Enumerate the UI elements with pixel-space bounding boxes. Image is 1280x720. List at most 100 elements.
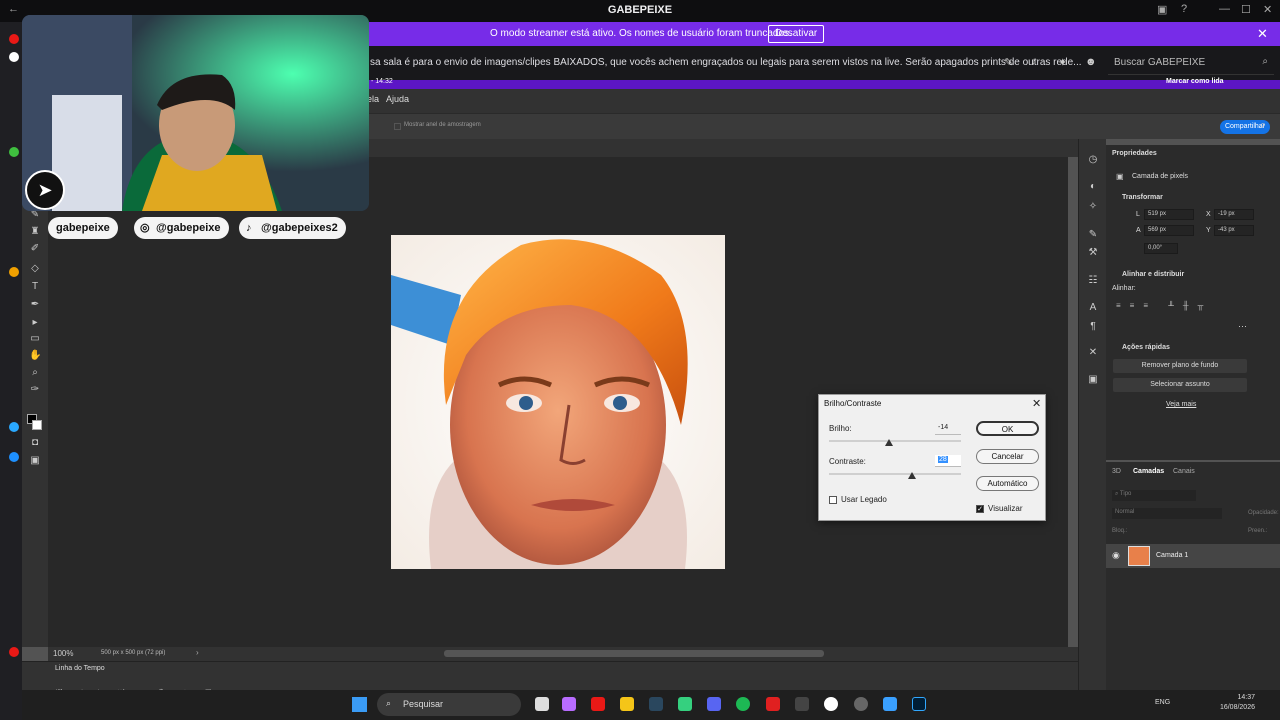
auto-button[interactable]: Automático xyxy=(976,476,1039,491)
transform-title[interactable]: Transformar xyxy=(1122,194,1163,201)
height-input[interactable]: 569 px xyxy=(1144,225,1194,236)
steam-icon[interactable] xyxy=(649,697,663,711)
pin-icon[interactable]: ✎ xyxy=(1004,56,1013,69)
sidebar-channel-6[interactable] xyxy=(9,452,19,462)
tab-layers[interactable]: Camadas xyxy=(1133,468,1164,475)
eraser-icon[interactable]: ◇ xyxy=(29,263,41,275)
rectangle-tool-icon[interactable]: ▭ xyxy=(29,333,41,345)
quick-actions-title[interactable]: Ações rápidas xyxy=(1122,344,1170,351)
menu-help[interactable]: Ajuda xyxy=(386,94,409,104)
tab-3d[interactable]: 3D xyxy=(1112,468,1121,475)
photoshop-taskbar-icon[interactable] xyxy=(912,697,926,711)
preview-checkbox[interactable]: ✓ xyxy=(976,505,984,513)
spotify-icon[interactable] xyxy=(736,697,750,711)
sidebar-channel-5[interactable] xyxy=(9,422,19,432)
paragraph-icon[interactable]: ¶ xyxy=(1087,321,1099,333)
document-image[interactable] xyxy=(391,235,725,569)
bell-icon[interactable]: ♪ xyxy=(1031,56,1037,68)
copilot-icon[interactable] xyxy=(562,697,576,711)
chevron-right-icon[interactable]: › xyxy=(196,648,199,657)
close-banner-icon[interactable]: ✕ xyxy=(1257,26,1268,42)
document-info[interactable]: 500 px x 500 px (72 ppi) xyxy=(101,650,165,656)
help-icon[interactable]: ? xyxy=(1181,3,1187,15)
windows-start-icon[interactable] xyxy=(352,697,367,712)
mark-read-link[interactable]: Marcar como lida xyxy=(1166,78,1224,85)
opera-icon[interactable] xyxy=(591,697,605,711)
tool-presets-icon[interactable]: ⚒ xyxy=(1087,247,1099,259)
clone-stamp-icon[interactable]: ♜ xyxy=(29,226,41,238)
users-icon[interactable]: ☻ xyxy=(1085,56,1097,68)
eyedropper-icon[interactable]: ✑ xyxy=(29,384,41,396)
recorder-icon[interactable] xyxy=(766,697,780,711)
chrome-icon[interactable] xyxy=(824,697,838,711)
hand-tool-icon[interactable]: ✋ xyxy=(29,350,41,362)
contrast-input[interactable]: 28 xyxy=(935,455,961,467)
app-2-icon[interactable] xyxy=(883,697,897,711)
clock-date[interactable]: 16/08/2026 xyxy=(1205,704,1255,711)
brightness-slider-thumb[interactable] xyxy=(885,439,893,446)
angle-input[interactable]: 0,00° xyxy=(1144,243,1178,254)
media-icon[interactable] xyxy=(795,697,809,711)
history-brush-icon[interactable]: ✐ xyxy=(29,243,41,255)
adjustments-icon[interactable]: ✧ xyxy=(1087,201,1099,213)
pushpin-icon[interactable]: ✦ xyxy=(1058,56,1067,69)
libraries-icon[interactable]: ▣ xyxy=(1087,374,1099,386)
clock-time[interactable]: 14:37 xyxy=(1205,694,1255,701)
ps-search-icon[interactable]: ⌕ xyxy=(1260,119,1266,132)
history-icon[interactable]: ◷ xyxy=(1087,154,1099,166)
sidebar-channel-3[interactable] xyxy=(9,147,19,157)
sidebar-channel-2[interactable] xyxy=(9,52,19,62)
tools-icon[interactable]: ✕ xyxy=(1087,347,1099,359)
screen-mode-icon[interactable]: ▣ xyxy=(29,455,41,467)
screenshot-icon[interactable]: ▣ xyxy=(1157,3,1167,16)
close-window-icon[interactable]: ✕ xyxy=(1263,3,1272,16)
cancel-button[interactable]: Cancelar xyxy=(976,449,1039,464)
properties-title[interactable]: Propriedades xyxy=(1112,150,1157,157)
sidebar-channel-4[interactable] xyxy=(9,267,19,277)
taskbar-search[interactable]: ⌕ Pesquisar xyxy=(377,693,521,716)
app-icon[interactable] xyxy=(678,697,692,711)
maximize-icon[interactable]: ☐ xyxy=(1241,3,1251,16)
ok-button[interactable]: OK xyxy=(976,421,1039,436)
input-language[interactable]: ENG xyxy=(1155,699,1170,706)
see-more-link[interactable]: Veja mais xyxy=(1166,401,1196,408)
brightness-slider-track[interactable] xyxy=(829,440,961,442)
align-title[interactable]: Alinhar e distribuir xyxy=(1122,271,1184,278)
color-icon[interactable]: ◐ xyxy=(1087,181,1099,193)
type-tool-icon[interactable]: T xyxy=(29,281,41,293)
select-subject-button[interactable]: Selecionar assunto xyxy=(1113,378,1247,392)
align-icons[interactable]: ≡≡≡ ╨╫╥ xyxy=(1116,301,1212,310)
disable-streamer-mode-button[interactable]: Desativar xyxy=(768,25,825,43)
pen-tool-icon[interactable]: ✒ xyxy=(29,299,41,311)
blend-mode-select[interactable]: Normal xyxy=(1112,508,1222,519)
character-icon[interactable]: A xyxy=(1087,302,1099,314)
zoom-tool-icon[interactable]: ⌕ xyxy=(29,367,41,379)
task-view-icon[interactable] xyxy=(535,697,549,711)
minimize-icon[interactable]: — xyxy=(1219,3,1230,15)
legacy-checkbox[interactable] xyxy=(829,496,837,504)
more-options-icon[interactable]: ⋯ xyxy=(1238,321,1247,332)
brush-settings-icon[interactable]: ✎ xyxy=(1087,229,1099,241)
tab-channels[interactable]: Canais xyxy=(1173,468,1195,475)
sidebar-channel-1[interactable] xyxy=(9,34,19,44)
horizontal-scrollbar[interactable] xyxy=(444,650,824,657)
dialog-close-icon[interactable]: ✕ xyxy=(1032,397,1041,410)
visibility-eye-icon[interactable]: ◉ xyxy=(1112,550,1120,561)
y-input[interactable]: -43 px xyxy=(1214,225,1254,236)
remove-background-button[interactable]: Remover plano de fundo xyxy=(1113,359,1247,373)
discord-icon[interactable] xyxy=(707,697,721,711)
layer-row[interactable]: ◉ Camada 1 xyxy=(1106,544,1280,568)
sidebar-channel-7[interactable] xyxy=(9,647,19,657)
x-input[interactable]: -19 px xyxy=(1214,209,1254,220)
contrast-slider-track[interactable] xyxy=(829,473,961,475)
properties-icon[interactable]: ☷ xyxy=(1087,275,1099,287)
zoom-level[interactable]: 100% xyxy=(53,649,73,658)
file-explorer-icon[interactable] xyxy=(620,697,634,711)
obs-icon[interactable] xyxy=(854,697,868,711)
layer-search-input[interactable]: ⌕ Tipo xyxy=(1112,490,1196,501)
background-color-swatch[interactable] xyxy=(32,420,42,430)
path-selection-icon[interactable]: ▸ xyxy=(29,317,41,329)
brightness-input[interactable]: -14 xyxy=(935,423,961,435)
sampling-ring-checkbox[interactable] xyxy=(394,123,401,130)
layer-name[interactable]: Camada 1 xyxy=(1156,552,1188,559)
